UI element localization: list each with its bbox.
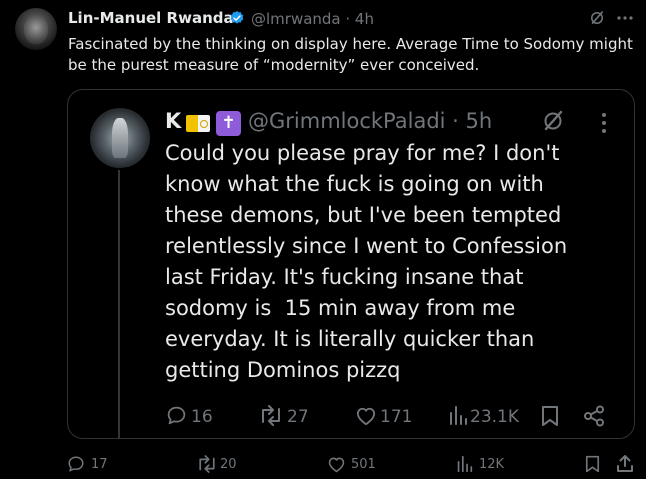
quoted-text-line: know what the fuck is going on with [165, 172, 544, 196]
quoted-repost-count: 27 [287, 407, 309, 427]
more-icon[interactable] [617, 9, 633, 27]
post-view-count: 12K [479, 457, 505, 472]
reply-icon[interactable] [67, 455, 85, 473]
post-like-count: 501 [351, 457, 376, 472]
reply-icon[interactable] [166, 405, 187, 426]
repost-icon[interactable] [196, 455, 218, 473]
repost-icon[interactable] [258, 405, 284, 426]
more-icon[interactable] [601, 111, 607, 135]
share-icon[interactable] [583, 405, 605, 427]
quoted-reply-count: 16 [191, 407, 213, 427]
quoted-text-line: last Friday. It's fucking insane that [165, 265, 524, 289]
quoted-author-avatar[interactable] [90, 108, 150, 168]
quoted-author-handle[interactable]: @GrimmlockPaladi · 5h [248, 109, 492, 133]
grok-icon[interactable] [541, 109, 565, 133]
post-text: Fascinated by the thinking on display he… [68, 35, 633, 74]
thread-line [118, 170, 120, 438]
quoted-text-line: these demons, but I've been tempted [165, 203, 562, 227]
quoted-author-name[interactable]: K [165, 109, 181, 133]
latin-cross-icon: ✝ [216, 111, 241, 136]
author-name[interactable]: Lin-Manuel Rwanda [68, 9, 234, 27]
author-avatar[interactable] [15, 8, 57, 50]
views-icon[interactable] [456, 455, 473, 473]
quoted-text-line: relentlessly since I went to Confession [165, 234, 568, 258]
author-handle[interactable]: @lmrwanda · 4h [251, 10, 374, 28]
quoted-text-line: everyday. It is literally quicker than [165, 327, 535, 351]
like-icon[interactable] [327, 456, 346, 473]
bookmark-icon[interactable] [585, 455, 600, 473]
share-icon[interactable] [616, 454, 634, 473]
quoted-text-line: getting Dominos pizzq [165, 358, 401, 382]
quoted-text-line: sodomy is 15 min away from me [165, 296, 516, 320]
views-icon[interactable] [448, 405, 468, 426]
quoted-post-text: Could you please pray for me? I don't kn… [165, 138, 625, 386]
quoted-view-count: 23.1K [470, 407, 519, 427]
vatican-flag-icon [186, 115, 210, 132]
quoted-text-line: Could you please pray for me? I don't [165, 141, 560, 165]
post-repost-count: 20 [220, 457, 237, 472]
like-icon[interactable] [355, 406, 377, 426]
verified-badge-icon [229, 10, 245, 26]
bookmark-icon[interactable] [541, 405, 559, 427]
quoted-like-count: 171 [380, 407, 413, 427]
post-reply-count: 17 [91, 457, 108, 472]
grok-icon[interactable] [588, 9, 606, 27]
